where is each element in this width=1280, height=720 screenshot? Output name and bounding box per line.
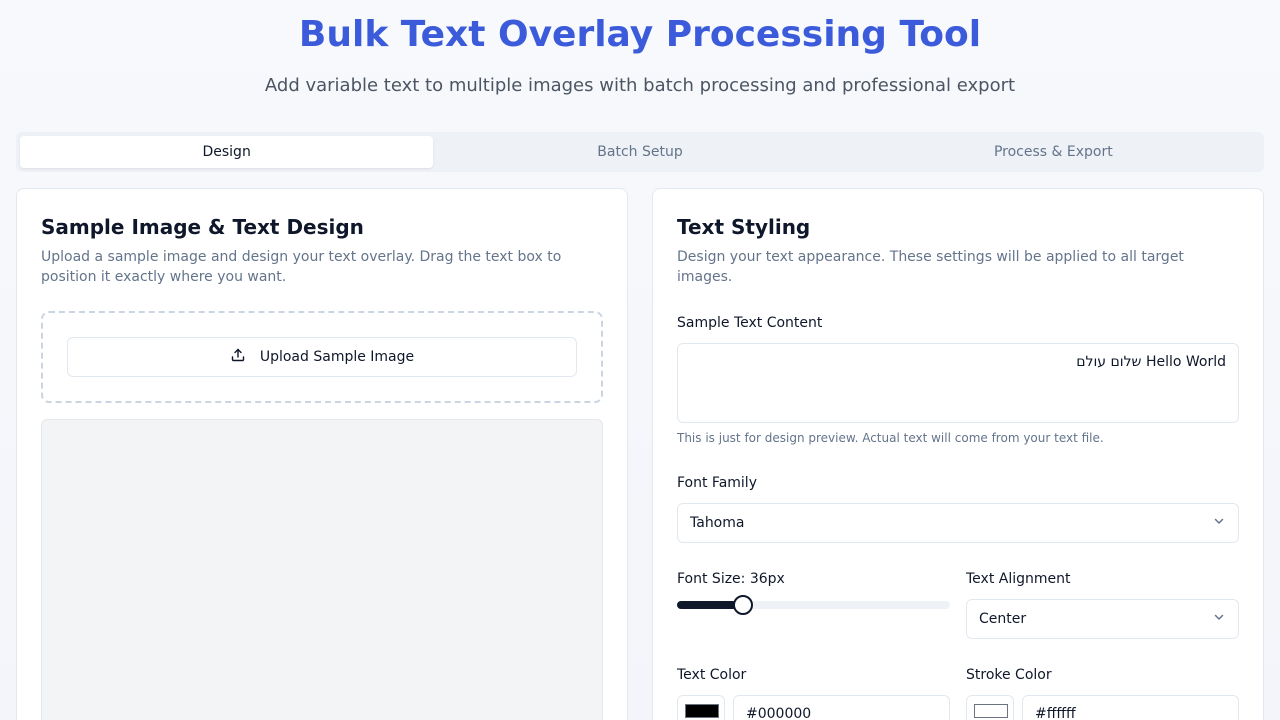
text-styling-card-description: Design your text appearance. These setti… — [677, 249, 1184, 285]
text-color-input[interactable]: #000000 — [733, 695, 950, 720]
sample-image-card-description: Upload a sample image and design your te… — [41, 249, 562, 285]
text-alignment-select[interactable]: Center — [966, 599, 1239, 639]
stroke-color-chip — [974, 704, 1008, 718]
sample-image-card: Sample Image & Text Design Upload a samp… — [16, 188, 628, 720]
chevron-down-icon — [1212, 514, 1226, 532]
text-styling-card: Text Styling Design your text appearance… — [652, 188, 1264, 720]
stroke-color-label: Stroke Color — [966, 667, 1052, 683]
tab-batch-setup[interactable]: Batch Setup — [433, 136, 846, 168]
tab-design[interactable]: Design — [20, 136, 434, 168]
sample-text-input[interactable]: Hello World שלום עולם — [677, 343, 1239, 423]
page-subtitle: Add variable text to multiple images wit… — [264, 75, 1016, 96]
font-size-slider-thumb[interactable] — [732, 595, 753, 615]
stroke-color-input[interactable]: #ffffff — [1022, 695, 1239, 720]
tab-bar: Design Batch Setup Process & Export — [16, 132, 1264, 172]
text-color-chip — [685, 704, 719, 718]
chevron-down-icon — [1212, 610, 1226, 628]
text-alignment-label: Text Alignment — [966, 571, 1071, 587]
sample-text-hint: This is just for design preview. Actual … — [677, 431, 1104, 445]
sample-image-card-title: Sample Image & Text Design — [41, 215, 364, 239]
font-size-label: Font Size: 36px — [677, 571, 785, 587]
image-preview-canvas[interactable] — [41, 419, 603, 720]
text-color-label: Text Color — [677, 667, 747, 683]
upload-icon — [230, 347, 246, 367]
font-family-value: Tahoma — [690, 515, 745, 531]
upload-dropzone[interactable]: Upload Sample Image — [41, 311, 603, 403]
sample-text-label: Sample Text Content — [677, 315, 823, 331]
text-color-swatch[interactable] — [677, 695, 725, 720]
app-root: Bulk Text Overlay Processing Tool Add va… — [0, 0, 1280, 720]
text-alignment-value: Center — [979, 611, 1027, 627]
font-size-slider[interactable] — [677, 595, 950, 615]
upload-sample-image-button[interactable]: Upload Sample Image — [67, 337, 577, 377]
tab-process-export[interactable]: Process & Export — [847, 136, 1260, 168]
page-title: Bulk Text Overlay Processing Tool — [298, 14, 982, 55]
text-styling-card-title: Text Styling — [677, 215, 811, 239]
font-family-label: Font Family — [677, 475, 757, 491]
upload-button-label: Upload Sample Image — [259, 349, 415, 365]
font-family-select[interactable]: Tahoma — [677, 503, 1239, 543]
stroke-color-swatch[interactable] — [966, 695, 1014, 720]
